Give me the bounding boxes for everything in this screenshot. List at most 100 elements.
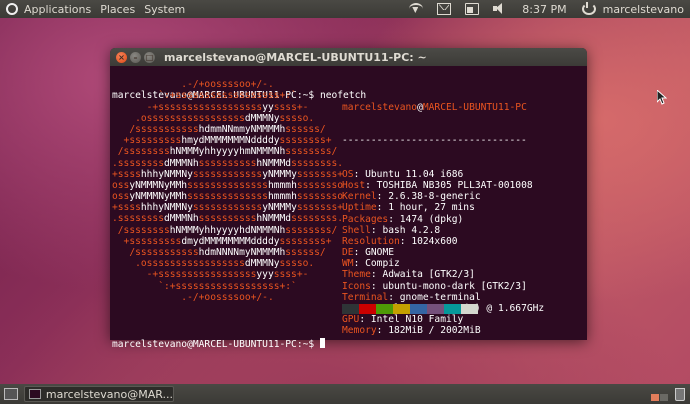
ascii-logo-line: /ssssssssssshdmmNNmmyNMMMMhssssss/	[112, 123, 326, 135]
system-info: marcelstevano@MARCEL-UBUNTU11-PC -------…	[342, 79, 544, 337]
info-colon: :	[388, 291, 400, 303]
ascii-logo-line: .-/+oossssoo+/-.	[112, 291, 274, 303]
info-key: Memory	[342, 325, 377, 337]
terminal-icon	[29, 389, 41, 399]
info-value: 1474 (dpkg)	[399, 213, 464, 225]
info-field: Packages: 1474 (dpkg)	[342, 214, 544, 225]
menu-applications[interactable]: Applications	[24, 3, 91, 16]
info-value: ubuntu-mono-dark [GTK2/3]	[382, 280, 527, 292]
info-key: Host	[342, 179, 366, 191]
info-key: Resolution	[342, 235, 400, 247]
prompt-text-2: marcelstevano@MARCEL-UBUNTU11-PC:~$	[112, 339, 320, 350]
window-title: marcelstevano@MARCEL-UBUNTU11-PC: ~	[164, 50, 427, 64]
taskbar-item-terminal[interactable]: marcelstevano@MAR...	[24, 386, 174, 402]
info-key: Terminal	[342, 291, 389, 303]
ascii-logo-line: ossyNMMMNyMMhsssssssssssssshmmmhssssssso	[112, 191, 344, 203]
info-field: Icons: ubuntu-mono-dark [GTK2/3]	[342, 281, 544, 292]
ascii-logo-line: .osssssssssssssssssdMMMNysssso.	[112, 112, 315, 124]
ascii-logo-line: +sssshhhyNMMNyssssssssssssyNMMMysssssss+	[112, 168, 344, 180]
trash-icon[interactable]	[675, 388, 685, 401]
info-field: Kernel: 2.6.38-8-generic	[342, 191, 544, 202]
info-field: DE: GNOME	[342, 247, 544, 258]
terminal-content[interactable]: marcelstevano@MARCEL-UBUNTU11-PC:~$ neof…	[112, 68, 585, 350]
palette-swatch	[427, 304, 444, 314]
color-palette	[342, 304, 478, 314]
info-value: 182MiB / 2002MiB	[388, 325, 481, 337]
ascii-logo-line: .ssssssssdMMMNhsssssssssshNMMMdssssssss.	[112, 213, 344, 225]
ascii-logo-line: /ssssssssssshdmNNNNmyNMMMMhssssss/	[112, 247, 326, 258]
info-key: Uptime	[342, 202, 377, 214]
info-value: 1024x600	[411, 235, 458, 247]
close-button[interactable]: ×	[116, 51, 127, 63]
clock[interactable]: 8:37 PM	[522, 3, 566, 16]
info-colon: :	[370, 224, 383, 236]
ubuntu-logo-icon[interactable]	[6, 3, 18, 15]
close-icon: ×	[118, 52, 125, 62]
info-colon: :	[399, 235, 412, 247]
info-key: OS	[342, 168, 354, 180]
network-icon[interactable]	[409, 3, 424, 15]
info-field: OS: Ubuntu 11.04 i686	[342, 169, 544, 180]
ascii-logo-line: -+sssssssssssssssssyyyssss+-	[112, 269, 309, 281]
show-desktop-icon[interactable]	[4, 388, 18, 400]
ascii-logo-line: ossyNMMMNyMMhsssssssssssssshmmmhssssssso	[112, 179, 344, 191]
info-key: Shell	[342, 224, 371, 236]
minimize-icon: –	[133, 52, 138, 62]
power-icon[interactable]	[581, 2, 596, 15]
window-titlebar[interactable]: × – □ marcelstevano@MARCEL-UBUNTU11-PC: …	[110, 48, 587, 66]
ascii-logo-line: `:+ssssssssssssssssss+:`	[112, 280, 297, 292]
minimize-button[interactable]: –	[130, 51, 141, 63]
info-value: Ubuntu 11.04 i686	[365, 168, 464, 180]
info-key: Packages	[342, 213, 389, 225]
info-colon: :	[370, 280, 383, 292]
info-value: bash 4.2.8	[382, 224, 441, 236]
info-field: Host: TOSHIBA NB305 PLL3AT-001008	[342, 180, 544, 191]
info-header: marcelstevano@MARCEL-UBUNTU11-PC	[342, 102, 544, 113]
info-field: Memory: 182MiB / 2002MiB	[342, 325, 544, 336]
mail-icon[interactable]	[437, 3, 452, 15]
info-colon: :	[359, 314, 371, 326]
info-value: TOSHIBA NB305 PLL3AT-001008	[376, 179, 533, 191]
menu-system[interactable]: System	[144, 3, 185, 16]
info-value: 1 hour, 27 mins	[388, 202, 475, 214]
menu-places[interactable]: Places	[100, 3, 135, 16]
palette-swatch	[444, 304, 461, 314]
volume-icon[interactable]	[493, 3, 507, 15]
ascii-logo: .-/+oossssoo+/-. `:+ssssssssssssssssss+:…	[112, 79, 343, 303]
ascii-logo-line: -+ssssssssssssssssssyyssss+-	[112, 101, 309, 113]
ascii-logo-line: .-/+oossssoo+/-.	[112, 79, 274, 91]
info-key: DE	[342, 247, 354, 259]
terminal-window[interactable]: × – □ marcelstevano@MARCEL-UBUNTU11-PC: …	[110, 48, 587, 350]
info-colon: :	[353, 258, 366, 270]
info-colon: :	[388, 213, 400, 225]
info-key: Icons	[342, 280, 371, 292]
maximize-button[interactable]: □	[144, 51, 155, 63]
workspace-switcher[interactable]	[650, 394, 668, 401]
info-field: Theme: Adwaita [GTK2/3]	[342, 269, 544, 280]
text-cursor	[319, 338, 325, 348]
info-colon: :	[353, 247, 366, 259]
top-panel: Applications Places System 8:37 PM marce…	[0, 0, 690, 18]
user-name[interactable]: marcelstevano	[603, 3, 684, 16]
info-value: 2.6.38-8-generic	[388, 191, 481, 203]
system-tray: 8:37 PM marcelstevano	[402, 0, 684, 18]
ascii-logo-line: .ssssssssdMMMNhsssssssssshNMMMdssssssss.	[112, 157, 344, 169]
prompt-line: marcelstevano@MARCEL-UBUNTU11-PC:~$	[112, 338, 325, 350]
info-colon: :	[370, 269, 383, 281]
info-colon: :	[365, 179, 377, 191]
workspace-1[interactable]	[651, 394, 659, 401]
taskbar-item-label: marcelstevano@MAR...	[45, 387, 173, 401]
info-value: Compiz	[365, 258, 400, 270]
palette-swatch	[376, 304, 393, 314]
info-value: Intel N10 Family	[370, 314, 464, 326]
info-colon: :	[376, 325, 389, 337]
workspace-2[interactable]	[660, 394, 668, 401]
info-key: GPU	[342, 314, 360, 326]
info-colon: :	[353, 168, 366, 180]
ascii-logo-line: +sssssssssdmydMMMMMMMMddddyssssssss+	[112, 235, 332, 247]
info-value: Adwaita [GTK2/3]	[382, 269, 475, 281]
info-key: Kernel	[342, 191, 377, 203]
battery-icon[interactable]	[465, 3, 480, 15]
info-colon: :	[376, 191, 389, 203]
info-value: GNOME	[365, 247, 395, 259]
